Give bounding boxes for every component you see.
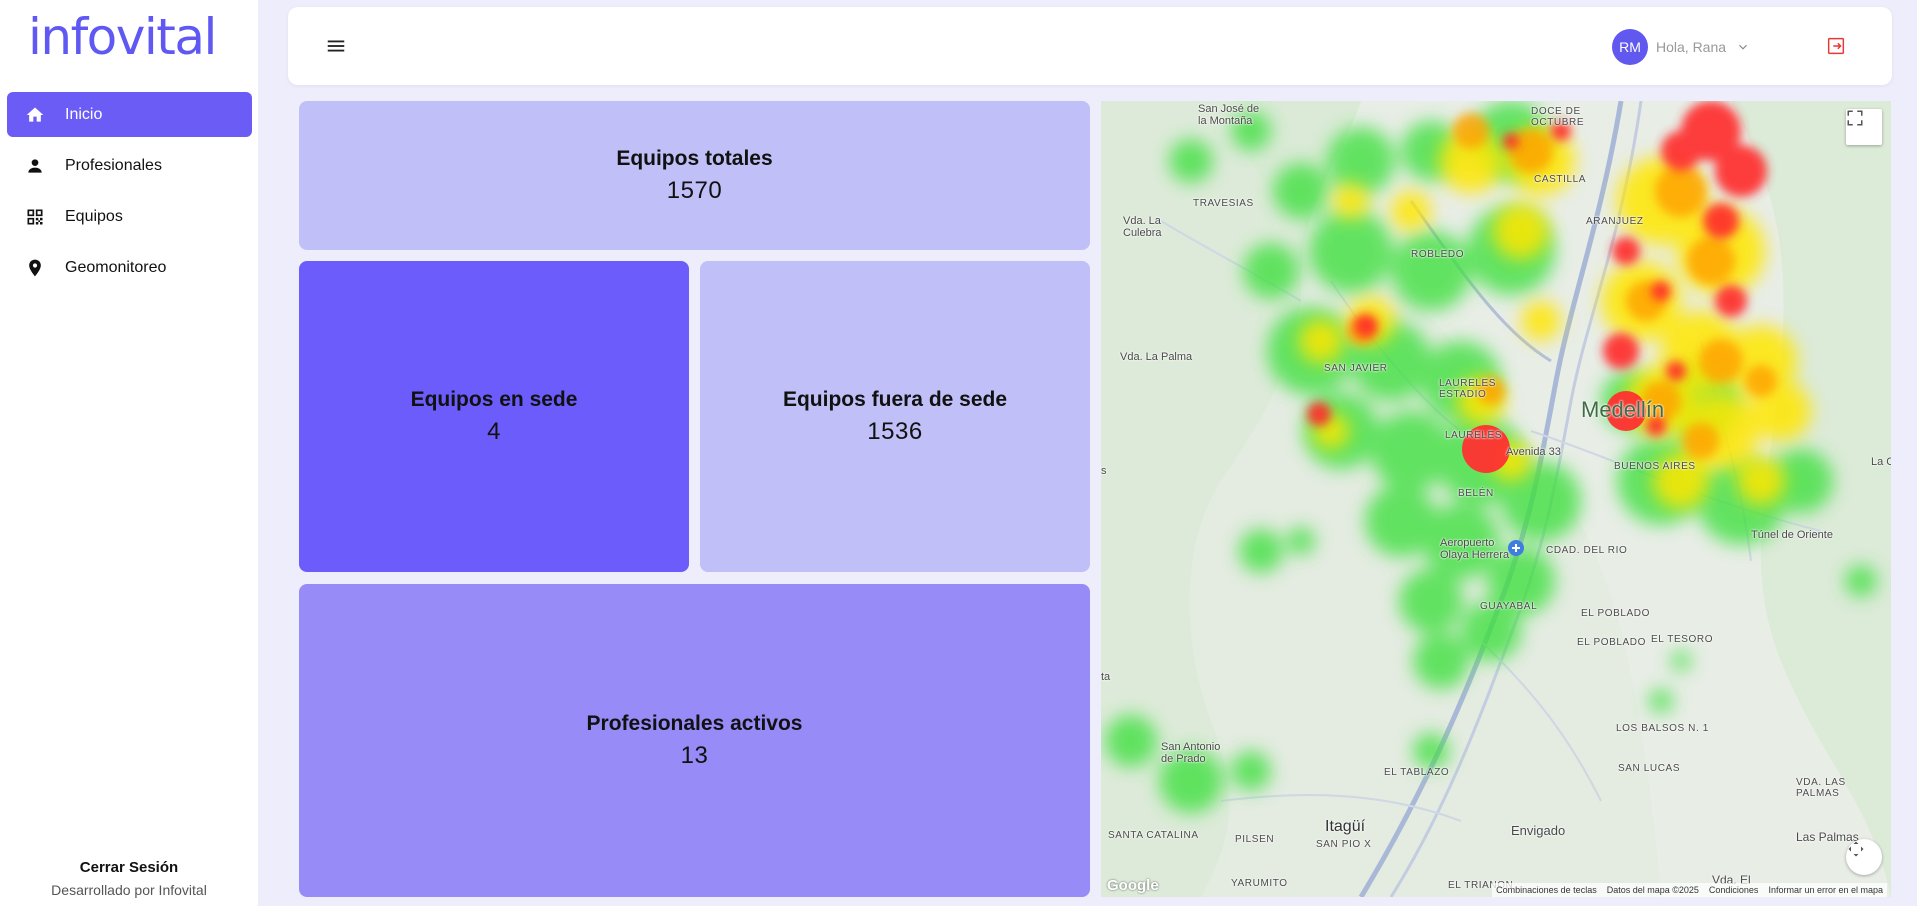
map-label: SAN PIO X: [1316, 839, 1372, 850]
map-label: Envigado: [1511, 823, 1566, 838]
sidebar-nav: Inicio Profesionales Equipos Geomonitore…: [7, 92, 252, 296]
map-label: Medellín: [1581, 397, 1665, 422]
home-icon: [24, 104, 46, 126]
map-label: Aeropuerto Olaya Herrera: [1440, 537, 1510, 562]
user-menu[interactable]: RM Hola, Rana: [1612, 29, 1750, 65]
map-attribution: Combinaciones de teclas Datos del mapa ©…: [1492, 883, 1887, 897]
user-greeting: Hola, Rana: [1656, 39, 1727, 55]
map-label: VDA. LAS PALMAS: [1796, 777, 1846, 799]
sidebar: infovital Inicio Profesionales Equipos G…: [0, 0, 258, 906]
in-site-devices-card: Equipos en sede 4: [299, 261, 689, 572]
card-value: 1570: [666, 176, 723, 204]
fullscreen-icon: [1847, 110, 1863, 126]
map-label: ROBLEDO: [1411, 249, 1465, 260]
active-professionals-card: Profesionales activos 13: [299, 584, 1090, 897]
report-error-link[interactable]: Informar un error en el mapa: [1768, 885, 1883, 895]
map-label: CASTILLA: [1534, 174, 1587, 185]
map-label: BUENOS AIRES: [1614, 461, 1696, 472]
card-value: 13: [680, 741, 709, 769]
card-title: Equipos en sede: [410, 387, 578, 411]
map-label: DOCE DE OCTUBRE: [1531, 106, 1585, 128]
map-label: BELÉN: [1458, 488, 1494, 499]
logout-link[interactable]: Cerrar Sesión: [0, 859, 258, 876]
map-label: SANTA CATALINA: [1108, 830, 1199, 841]
map-label: EL POBLADO: [1581, 608, 1650, 619]
map-label: LAURELES ESTADIO: [1439, 378, 1497, 400]
chevron-down-icon: [1739, 44, 1747, 50]
map-label: Itagüí: [1325, 818, 1366, 835]
map-label: GUAYABAL: [1480, 601, 1538, 612]
map-label: Vda. La Palma: [1120, 351, 1193, 363]
sidebar-item-inicio[interactable]: Inicio: [7, 92, 252, 137]
map-label: EL TESORO: [1651, 634, 1714, 645]
sidebar-footer: Cerrar Sesión Desarrollado por Infovital: [0, 859, 258, 898]
logout-icon: [1827, 37, 1845, 55]
map-label: San Antonio de Prado: [1161, 741, 1221, 766]
out-site-devices-card: Equipos fuera de sede 1536: [700, 261, 1090, 572]
sidebar-item-label: Profesionales: [65, 156, 162, 174]
menu-toggle-button[interactable]: [325, 35, 347, 57]
qr-code-icon: [24, 206, 46, 228]
map-label: Túnel de Oriente: [1751, 529, 1833, 541]
heatmap-map[interactable]: San José de la Montaña DOCE DE OCTUBRE CAS…: [1101, 101, 1891, 897]
map-label: La C: [1871, 456, 1891, 468]
fullscreen-button[interactable]: [1846, 109, 1882, 145]
top-header: RM Hola, Rana: [288, 7, 1892, 85]
sidebar-item-geomonitoreo[interactable]: Geomonitoreo: [7, 245, 252, 290]
map-label: TRAVESIAS: [1193, 198, 1254, 209]
map-label: EL TABLAZO: [1384, 767, 1450, 778]
total-devices-card: Equipos totales 1570: [299, 101, 1090, 250]
card-title: Equipos totales: [616, 146, 773, 170]
person-icon: [24, 155, 46, 177]
map-label: YARUMITO: [1231, 878, 1288, 889]
sidebar-item-equipos[interactable]: Equipos: [7, 194, 252, 239]
map-label: Avenida 33: [1506, 446, 1561, 458]
map-label: San José de la Montaña: [1198, 103, 1260, 128]
terms-link[interactable]: Condiciones: [1709, 885, 1759, 895]
sidebar-item-label: Equipos: [65, 207, 123, 225]
developer-credit: Desarrollado por Infovital: [51, 882, 207, 898]
hamburger-icon: [327, 40, 345, 52]
map-label: ARANJUEZ: [1586, 216, 1644, 227]
map-label: SAN JAVIER: [1324, 363, 1388, 374]
card-value: 4: [487, 417, 501, 445]
map-label: LAURELES: [1445, 430, 1503, 441]
card-title: Profesionales activos: [586, 711, 803, 735]
map-label: LOS BALSOS N. 1: [1616, 723, 1709, 734]
sidebar-item-profesionales[interactable]: Profesionales: [7, 143, 252, 188]
sidebar-item-label: Inicio: [65, 105, 103, 123]
keyboard-shortcuts-link[interactable]: Combinaciones de teclas: [1496, 885, 1597, 895]
map-label: Vda. La Culebra: [1123, 215, 1162, 240]
logout-button[interactable]: [1825, 35, 1847, 57]
google-logo: Google: [1107, 877, 1159, 894]
camera-control-icon: [1848, 841, 1864, 857]
sidebar-item-label: Geomonitoreo: [65, 258, 167, 276]
card-value: 1536: [867, 417, 923, 445]
map-label: SAN LUCAS: [1618, 763, 1681, 774]
map-label: s: [1101, 465, 1107, 477]
map-label: EL POBLADO: [1577, 637, 1646, 648]
map-label: PILSEN: [1235, 834, 1275, 845]
map-data-link[interactable]: Datos del mapa ©2025: [1607, 885, 1699, 895]
location-pin-icon: [24, 257, 46, 279]
avatar: RM: [1612, 29, 1648, 65]
map-label: CDAD. DEL RIO: [1546, 545, 1628, 556]
infovital-logo[interactable]: infovital: [28, 8, 217, 66]
camera-control-button[interactable]: [1846, 839, 1882, 875]
card-title: Equipos fuera de sede: [782, 387, 1008, 411]
map-label: ta: [1101, 671, 1111, 683]
map-canvas: [1101, 101, 1891, 897]
